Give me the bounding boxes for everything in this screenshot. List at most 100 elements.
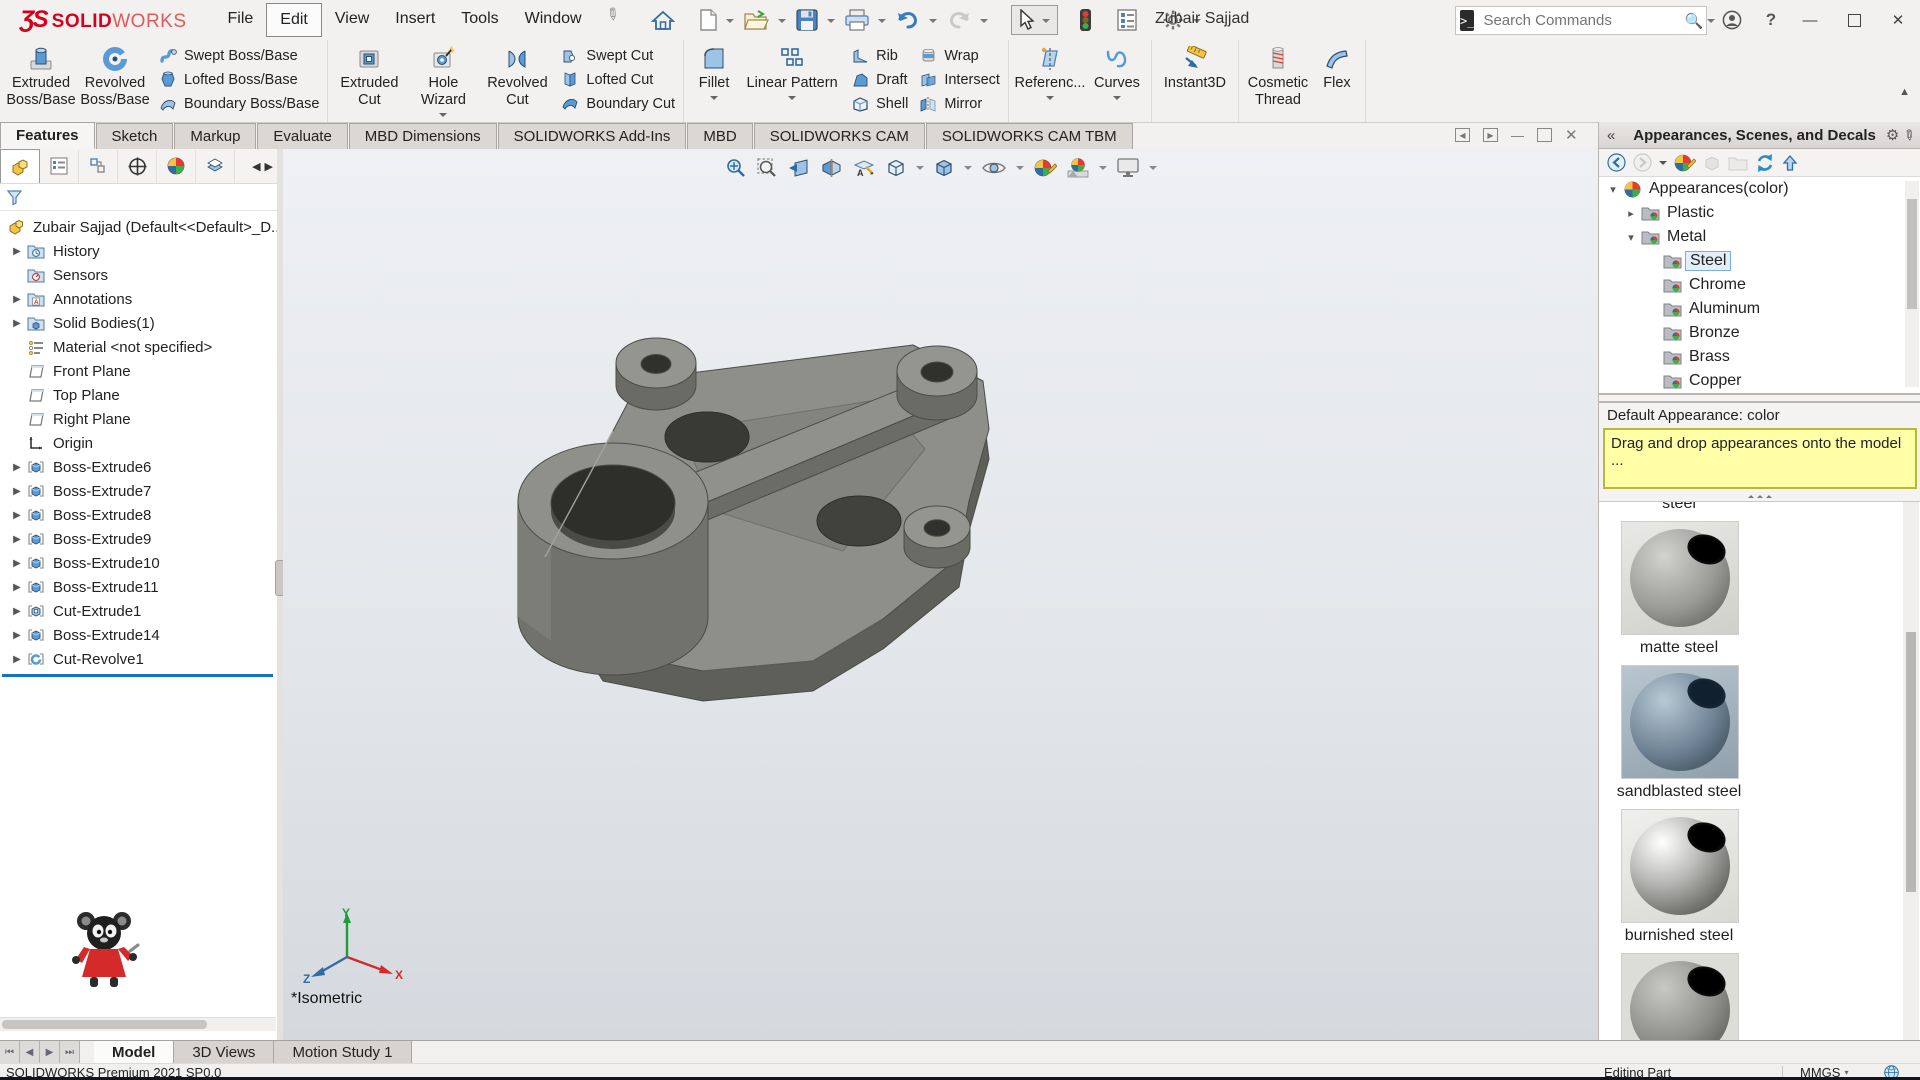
rebuild-button[interactable] <box>1076 6 1095 34</box>
scrollbar-thumb[interactable] <box>2 1020 207 1029</box>
save-dropdown-icon[interactable] <box>827 19 835 27</box>
tree-metal[interactable]: ▾ Metal <box>1599 225 1920 249</box>
tree-item-origin[interactable]: Origin <box>0 431 277 455</box>
expand-arrow-icon[interactable]: ▶ <box>8 486 26 497</box>
pane-next-icon[interactable]: ▶ <box>1483 128 1498 142</box>
pane-splitter[interactable] <box>1599 393 1920 403</box>
intersect-item[interactable]: Intersect <box>918 69 1000 90</box>
thumbnail-matte-steel[interactable] <box>1621 521 1739 635</box>
boundary-cut-item[interactable]: Boundary Cut <box>560 93 675 114</box>
task-pane-gear-icon[interactable]: ⚙ <box>1886 126 1899 144</box>
hole-wizard-button[interactable]: Hole Wizard <box>406 42 480 121</box>
extruded-boss-button[interactable]: Extruded Boss/Base <box>4 42 78 109</box>
model-3d-bracket[interactable] <box>283 149 1598 1040</box>
collapse-chevron-icon[interactable]: ▾ <box>1623 231 1639 244</box>
tree-brass[interactable]: Brass <box>1599 345 1920 369</box>
tree-filter-row[interactable] <box>0 184 277 211</box>
fillet-button[interactable]: Fillet <box>688 42 740 104</box>
units-dropdown-icon[interactable]: ▾ <box>1844 1068 1848 1077</box>
select-dropdown-icon[interactable] <box>1042 19 1050 27</box>
doc-close-icon[interactable]: ✕ <box>1565 126 1578 144</box>
open-button[interactable] <box>741 7 772 33</box>
configuration-manager-tab[interactable] <box>79 150 118 183</box>
tab-features[interactable]: Features <box>0 122 95 149</box>
display-manager-tab[interactable] <box>157 150 196 183</box>
tab-solidworks-cam-tbm[interactable]: SOLIDWORKS CAM TBM <box>926 123 1133 149</box>
thumbnail-sandblasted-steel[interactable] <box>1621 665 1739 779</box>
tab-model[interactable]: Model <box>94 1041 174 1064</box>
help-icon[interactable]: ? <box>1754 0 1788 40</box>
forward-button[interactable] <box>1633 153 1652 172</box>
doc-restore-icon[interactable] <box>1537 128 1552 142</box>
tab-evaluate[interactable]: Evaluate <box>257 123 347 149</box>
up-level-icon[interactable] <box>1782 154 1798 172</box>
expand-arrow-icon[interactable]: ▶ <box>8 462 26 473</box>
tree-item-boss-extrude8[interactable]: ▶ Boss-Extrude8 <box>0 503 277 527</box>
curves-dropdown-icon[interactable] <box>1113 96 1121 104</box>
home-button[interactable] <box>648 7 678 33</box>
tree-item-cut-extrude1[interactable]: ▶ Cut-Extrude1 <box>0 599 277 623</box>
menu-window[interactable]: Window <box>512 3 595 37</box>
tree-item-history[interactable]: ▶ History <box>0 239 277 263</box>
hole-wizard-dropdown-icon[interactable] <box>439 113 447 121</box>
task-pane-pin-icon[interactable]: ✎ <box>1899 125 1919 146</box>
new-document-button[interactable] <box>696 7 720 33</box>
splitter-grip-icon[interactable] <box>1599 491 1920 502</box>
maximize-button[interactable] <box>1832 0 1876 40</box>
linear-pattern-dropdown-icon[interactable] <box>788 96 796 104</box>
select-cursor-button[interactable] <box>1014 7 1038 33</box>
tree-item-annotations[interactable]: ▶ A Annotations <box>0 287 277 311</box>
tree-scrollbar[interactable] <box>1905 181 1919 387</box>
tab-scroll-right-icon[interactable]: ▶ <box>265 160 273 173</box>
doc-minimize-icon[interactable]: — <box>1511 128 1524 143</box>
scrollbar-thumb[interactable] <box>1906 632 1916 892</box>
graphics-viewport[interactable]: A <box>283 149 1598 1040</box>
wrap-item[interactable]: Wrap <box>918 45 1000 66</box>
tab-mbd[interactable]: MBD <box>687 123 752 149</box>
tree-item-cut-revolve1[interactable]: ▶ Cut-Revolve1 <box>0 647 277 671</box>
mirror-item[interactable]: Mirror <box>918 93 1000 114</box>
tree-item-top-plane[interactable]: Top Plane <box>0 383 277 407</box>
search-commands-box[interactable]: >_ 🔍 <box>1455 6 1707 35</box>
print-button[interactable] <box>842 7 872 33</box>
undo-dropdown-icon[interactable] <box>929 19 937 27</box>
tree-copper[interactable]: Copper <box>1599 369 1920 393</box>
expand-arrow-icon[interactable]: ▶ <box>8 318 26 329</box>
lofted-boss-item[interactable]: Lofted Boss/Base <box>158 69 319 90</box>
menu-edit[interactable]: Edit <box>266 3 322 37</box>
tab-markup[interactable]: Markup <box>174 123 256 149</box>
expand-arrow-icon[interactable]: ▶ <box>8 510 26 521</box>
thumbnails-scrollbar[interactable] <box>1903 502 1919 1080</box>
draft-item[interactable]: Draft <box>850 69 908 90</box>
tree-root-part[interactable]: Zubair Sajjad (Default<<Default>_D... <box>0 215 277 239</box>
tree-aluminum[interactable]: Aluminum <box>1599 297 1920 321</box>
tree-appearances-root[interactable]: ▾ Appearances(color) <box>1599 177 1920 201</box>
paste-appearance-icon[interactable] <box>1703 154 1721 172</box>
tab-solidworks-addins[interactable]: SOLIDWORKS Add-Ins <box>498 123 687 149</box>
expand-arrow-icon[interactable]: ▶ <box>8 654 26 665</box>
tree-item-boss-extrude14[interactable]: ▶ Boss-Extrude14 <box>0 623 277 647</box>
expand-arrow-icon[interactable]: ▶ <box>8 294 26 305</box>
redo-button[interactable] <box>944 7 974 33</box>
tree-steel[interactable]: Steel <box>1599 249 1920 273</box>
edit-appearance-ball-icon[interactable] <box>1674 153 1696 173</box>
swept-boss-item[interactable]: Swept Boss/Base <box>158 45 319 66</box>
tree-item-boss-extrude10[interactable]: ▶ Boss-Extrude10 <box>0 551 277 575</box>
open-dropdown-icon[interactable] <box>778 19 786 27</box>
tab-solidworks-cam[interactable]: SOLIDWORKS CAM <box>754 123 925 149</box>
tree-plastic[interactable]: ▸ Plastic <box>1599 201 1920 225</box>
expand-arrow-icon[interactable]: ▶ <box>8 534 26 545</box>
open-folder-icon[interactable] <box>1728 155 1748 171</box>
ribbon-collapse-icon[interactable]: ▲ <box>1899 86 1910 98</box>
extruded-cut-button[interactable]: Extruded Cut <box>332 42 406 109</box>
expand-arrow-icon[interactable]: ▶ <box>8 606 26 617</box>
cosmetic-thread-button[interactable]: Cosmetic Thread <box>1243 42 1313 109</box>
tree-item-right-plane[interactable]: Right Plane <box>0 407 277 431</box>
save-button[interactable] <box>793 7 821 33</box>
print-dropdown-icon[interactable] <box>878 19 886 27</box>
minimize-button[interactable]: — <box>1788 0 1832 40</box>
tab-sketch[interactable]: Sketch <box>96 123 174 149</box>
pin-menu-icon[interactable]: ✎ <box>591 3 623 38</box>
search-icon[interactable]: 🔍 <box>1684 12 1703 30</box>
dimxpert-manager-tab[interactable] <box>118 150 157 183</box>
